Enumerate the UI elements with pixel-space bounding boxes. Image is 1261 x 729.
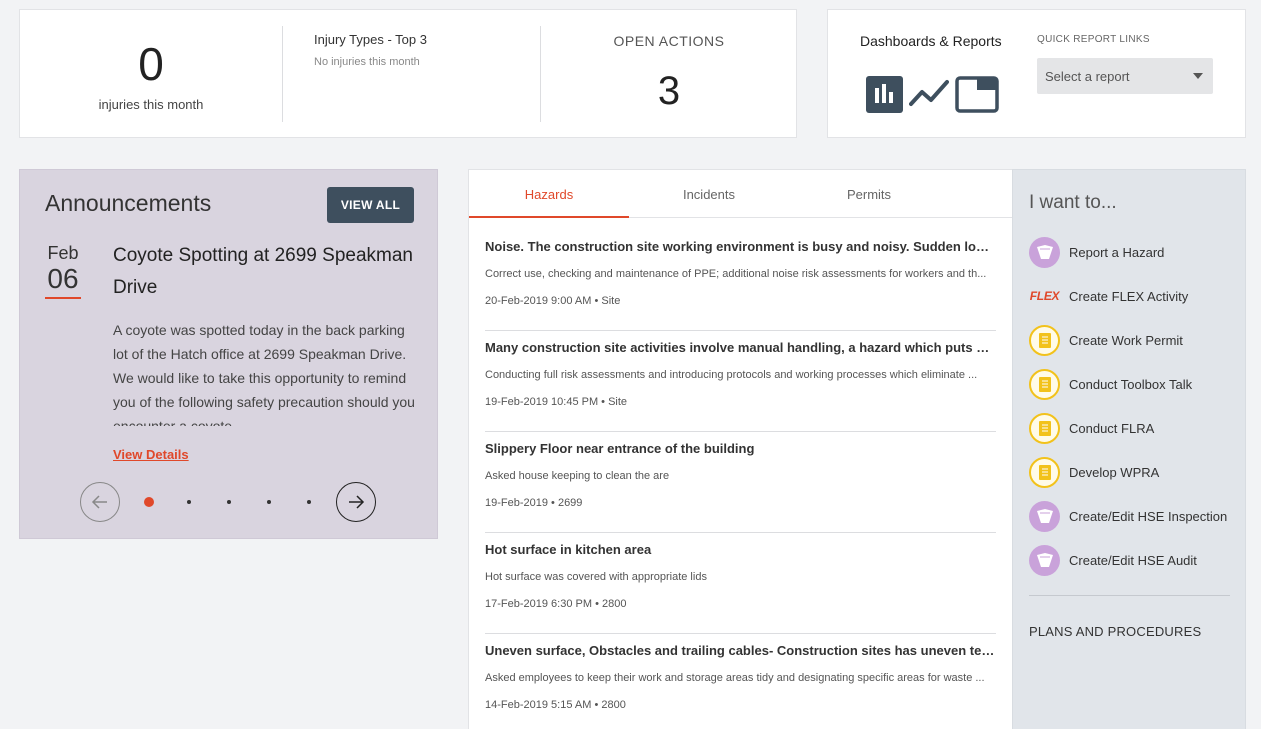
injuries-count: 0 [138, 38, 164, 90]
document-icon [1029, 456, 1060, 488]
item-description: Hot surface was covered with appropriate… [485, 571, 707, 583]
action-label: Create Work Permit [1069, 332, 1183, 348]
announcement-date: Feb 06 [45, 243, 81, 299]
action-develop-wpra[interactable]: Develop WPRA [1029, 450, 1227, 494]
action-label: Report a Hazard [1069, 244, 1165, 260]
action-label: Create/Edit HSE Audit [1069, 552, 1197, 568]
hazard-icon [1029, 544, 1060, 576]
injury-types-title: Injury Types - Top 3 [314, 32, 427, 47]
carousel-dot[interactable] [227, 500, 231, 504]
item-title: Hot surface in kitchen area [485, 542, 652, 557]
hazard-icon [1029, 236, 1060, 268]
action-label: Create FLEX Activity [1069, 288, 1189, 304]
feed-list: Noise. The construction site working env… [485, 230, 996, 729]
announcements-panel: Announcements VIEW ALL Feb 06 Coyote Spo… [19, 169, 438, 539]
item-description: Correct use, checking and maintenance of… [485, 268, 987, 280]
tab-incidents[interactable]: Incidents [629, 170, 789, 218]
document-icon [1029, 412, 1060, 444]
announcement-body: A coyote was spotted today in the back p… [113, 322, 415, 426]
carousel-prev-button[interactable] [80, 482, 120, 522]
list-item[interactable]: Uneven surface, Obstacles and trailing c… [485, 634, 996, 729]
i-want-to-panel: I want to... Report a Hazard FLEX Create… [1012, 169, 1246, 729]
carousel-dot[interactable] [267, 500, 271, 504]
item-description: Asked house keeping to clean the are [485, 470, 670, 482]
document-icon [1029, 324, 1060, 356]
bar-chart-icon[interactable] [866, 76, 903, 118]
action-create-work-permit[interactable]: Create Work Permit [1029, 318, 1227, 362]
view-details-link[interactable]: View Details [113, 447, 189, 462]
announcements-title: Announcements [45, 190, 212, 216]
action-hse-inspection[interactable]: Create/Edit HSE Inspection [1029, 494, 1227, 538]
item-title: Slippery Floor near entrance of the buil… [485, 441, 755, 456]
hazard-icon [1029, 500, 1060, 532]
item-meta: 14-Feb-2019 5:15 AM • 2800 [485, 699, 626, 711]
action-label: Develop WPRA [1069, 464, 1160, 480]
announcement-day: 06 [47, 263, 79, 294]
announcement-headline[interactable]: Coyote Spotting at 2699 Speakman Drive [113, 240, 423, 304]
list-item[interactable]: Many construction site activities involv… [485, 331, 996, 432]
carousel-dot[interactable] [144, 497, 154, 507]
date-underline [45, 297, 81, 299]
action-label: Create/Edit HSE Inspection [1069, 508, 1228, 524]
action-create-flex[interactable]: FLEX Create FLEX Activity [1029, 274, 1227, 318]
list-item[interactable]: Noise. The construction site working env… [485, 230, 996, 331]
stats-card: 0 injuries this month Injury Types - Top… [19, 9, 797, 138]
item-meta: 20-Feb-2019 9:00 AM • Site [485, 295, 621, 307]
report-select[interactable]: Select a report [1037, 58, 1213, 94]
item-description: Asked employees to keep their work and s… [485, 672, 985, 684]
document-icon [1029, 368, 1060, 400]
item-meta: 17-Feb-2019 6:30 PM • 2800 [485, 598, 627, 610]
plans-and-procedures-link[interactable]: PLANS AND PROCEDURES [1029, 624, 1201, 639]
tab-hazards[interactable]: Hazards [469, 170, 629, 218]
item-meta: 19-Feb-2019 10:45 PM • Site [485, 396, 628, 408]
injuries-stat[interactable]: 0 injuries this month [20, 10, 282, 137]
carousel-dot[interactable] [307, 500, 311, 504]
dashboards-card: Dashboards & Reports QUICK REPORT LINKS … [827, 9, 1246, 138]
carousel-dot[interactable] [187, 500, 191, 504]
line-chart-icon[interactable] [909, 76, 949, 118]
caret-down-icon [1193, 73, 1203, 79]
hazards-feed: Hazards Incidents Permits Noise. The con… [468, 169, 1014, 729]
divider [1029, 595, 1230, 596]
open-actions-title: OPEN ACTIONS [613, 33, 725, 49]
action-label: Conduct FLRA [1069, 420, 1155, 436]
injury-types-stat: Injury Types - Top 3 No injuries this mo… [314, 32, 544, 68]
action-label: Conduct Toolbox Talk [1069, 376, 1193, 392]
tab-permits[interactable]: Permits [789, 170, 949, 218]
action-list: Report a Hazard FLEX Create FLEX Activit… [1029, 230, 1227, 582]
report-select-placeholder: Select a report [1045, 69, 1130, 84]
arrow-left-icon [91, 495, 107, 509]
dashboards-title: Dashboards & Reports [860, 33, 1002, 49]
injury-types-empty: No injuries this month [314, 56, 420, 68]
arrow-right-icon [349, 495, 365, 509]
feed-tabs: Hazards Incidents Permits [469, 170, 1014, 218]
list-item[interactable]: Hot surface in kitchen area Hot surface … [485, 533, 996, 634]
action-conduct-flra[interactable]: Conduct FLRA [1029, 406, 1227, 450]
item-meta: 19-Feb-2019 • 2699 [485, 497, 583, 509]
action-conduct-toolbox-talk[interactable]: Conduct Toolbox Talk [1029, 362, 1227, 406]
divider [282, 26, 283, 122]
view-all-button[interactable]: VIEW ALL [327, 187, 414, 223]
quick-report-label: QUICK REPORT LINKS [1037, 34, 1150, 45]
list-item[interactable]: Slippery Floor near entrance of the buil… [485, 432, 996, 533]
dashboard-icons [866, 76, 999, 118]
open-actions-count: 3 [657, 69, 681, 113]
item-title: Many construction site activities involv… [485, 340, 996, 355]
action-report-hazard[interactable]: Report a Hazard [1029, 230, 1227, 274]
flex-logo: FLEX [1029, 289, 1060, 303]
carousel-dots [144, 497, 347, 507]
window-icon[interactable] [955, 76, 999, 118]
item-title: Uneven surface, Obstacles and trailing c… [485, 643, 996, 658]
i-want-to-title: I want to... [1029, 192, 1117, 213]
item-description: Conducting full risk assessments and int… [485, 369, 978, 381]
announcement-month: Feb [47, 243, 79, 263]
action-hse-audit[interactable]: Create/Edit HSE Audit [1029, 538, 1227, 582]
injuries-caption: injuries this month [98, 97, 204, 112]
item-title: Noise. The construction site working env… [485, 239, 996, 254]
carousel-next-button[interactable] [336, 482, 376, 522]
